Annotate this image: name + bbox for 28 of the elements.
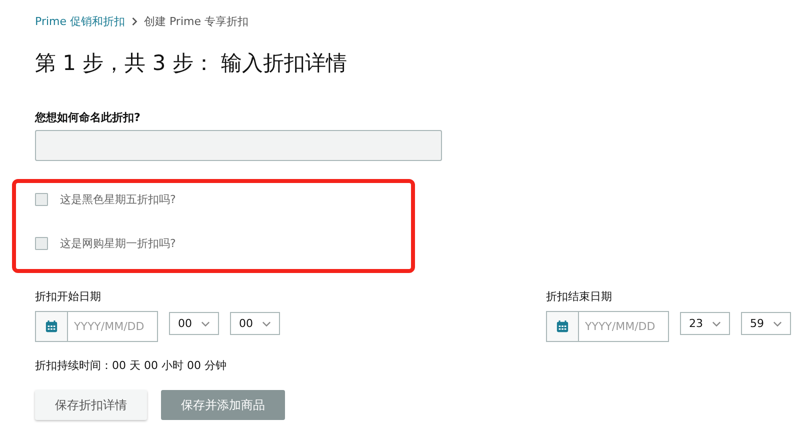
field-label: 您想如何命名此折扣?: [35, 111, 142, 125]
time-dropdown[interactable]: 00: [230, 312, 280, 335]
date-input[interactable]: YYYY/MM/DD: [579, 311, 669, 342]
caret-icon: [262, 320, 271, 326]
breadcrumb-link[interactable]: Prime 促销和折扣: [35, 14, 125, 28]
field-label: 折扣开始日期: [35, 290, 102, 304]
save-button[interactable]: 保存折扣详情: [35, 390, 147, 420]
calendar-icon: [556, 320, 569, 333]
caret-icon: [773, 320, 782, 326]
checkbox-label: 这是黑色星期五折扣吗?: [60, 192, 176, 206]
time-dropdown[interactable]: 59: [741, 312, 791, 335]
calendar-icon: [45, 320, 58, 333]
page-title: 第 1 步，共 3 步： 输入折扣详情: [35, 50, 348, 77]
checkbox[interactable]: [35, 192, 48, 206]
calendar-button[interactable]: [35, 311, 68, 342]
checkbox-label: 这是网购星期一折扣吗?: [60, 236, 176, 250]
caret-icon: [201, 320, 210, 326]
duration-text: 折扣持续时间：00 天 00 小时 00 分钟: [35, 359, 228, 373]
checkbox[interactable]: [35, 236, 48, 250]
time-dropdown[interactable]: 23: [680, 312, 730, 335]
chevron-icon: [131, 16, 138, 26]
caret-icon: [712, 320, 721, 326]
time-dropdown[interactable]: 00: [169, 312, 219, 335]
breadcrumb-current: 创建 Prime 专享折扣: [144, 14, 248, 28]
date-input[interactable]: YYYY/MM/DD: [68, 311, 158, 342]
name-input[interactable]: [35, 130, 442, 161]
field-label: 折扣结束日期: [546, 290, 613, 304]
calendar-button[interactable]: [546, 311, 579, 342]
